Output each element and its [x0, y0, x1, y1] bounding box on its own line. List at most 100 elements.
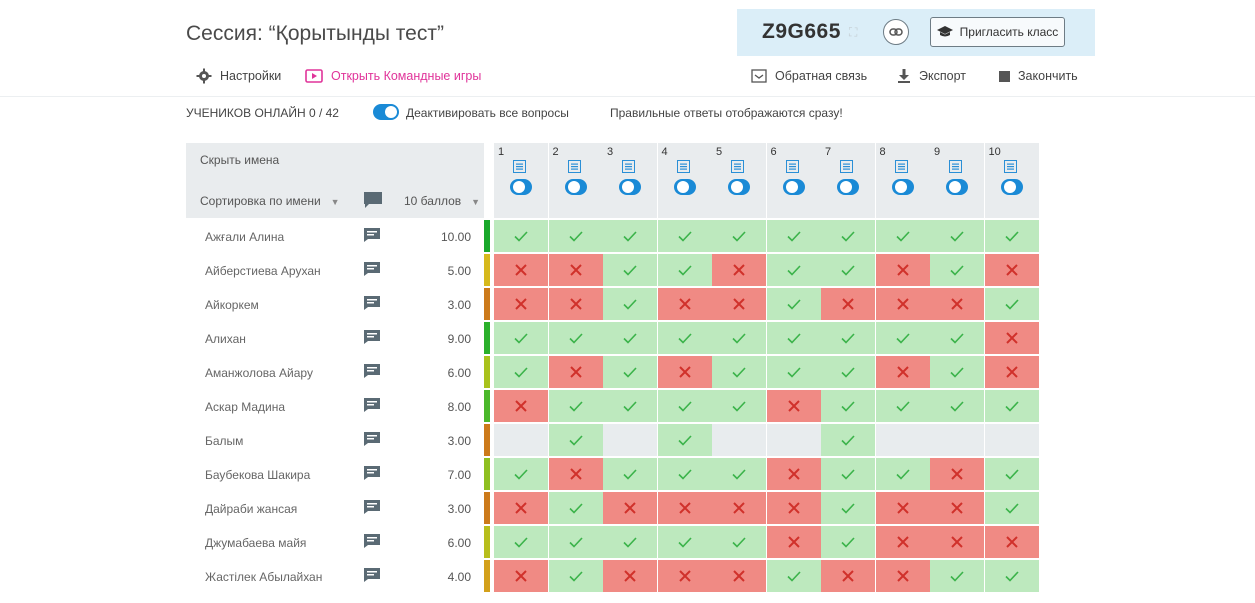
answer-correct[interactable] [712, 356, 766, 388]
answer-correct[interactable] [821, 220, 875, 252]
answer-wrong[interactable] [494, 390, 548, 422]
comment-icon[interactable] [363, 397, 381, 413]
answer-empty[interactable] [712, 424, 766, 456]
answer-wrong[interactable] [984, 526, 1039, 558]
copy-link-button[interactable] [883, 19, 909, 45]
answer-correct[interactable] [712, 390, 766, 422]
answer-correct[interactable] [548, 322, 603, 354]
answer-correct[interactable] [603, 288, 657, 320]
question-toggle[interactable] [728, 179, 750, 195]
comment-icon[interactable] [363, 499, 381, 515]
question-list-icon[interactable] [731, 160, 744, 173]
answer-correct[interactable] [603, 254, 657, 286]
answer-correct[interactable] [766, 288, 821, 320]
answer-wrong[interactable] [766, 458, 821, 490]
answer-correct[interactable] [821, 254, 875, 286]
expand-icon[interactable]: ⛶ [849, 25, 857, 40]
answer-wrong[interactable] [875, 356, 930, 388]
answer-wrong[interactable] [712, 492, 766, 524]
question-list-icon[interactable] [1003, 160, 1017, 173]
answer-correct[interactable] [984, 458, 1039, 490]
answer-correct[interactable] [494, 356, 548, 388]
answer-empty[interactable] [930, 424, 984, 456]
answer-wrong[interactable] [494, 560, 548, 592]
answer-correct[interactable] [603, 458, 657, 490]
deactivate-all-toggle[interactable] [373, 104, 399, 120]
feedback-button[interactable]: Обратная связь [751, 68, 867, 84]
answer-correct[interactable] [548, 390, 603, 422]
answer-correct[interactable] [657, 254, 712, 286]
answer-correct[interactable] [930, 220, 984, 252]
comment-icon[interactable] [363, 533, 381, 549]
answer-correct[interactable] [657, 424, 712, 456]
answer-wrong[interactable] [930, 458, 984, 490]
question-list-icon[interactable] [513, 160, 526, 173]
answer-correct[interactable] [821, 424, 875, 456]
answer-correct[interactable] [766, 356, 821, 388]
answer-correct[interactable] [984, 220, 1039, 252]
question-toggle[interactable] [782, 179, 805, 195]
answer-correct[interactable] [494, 220, 548, 252]
question-toggle[interactable] [946, 179, 968, 195]
answer-wrong[interactable] [657, 356, 712, 388]
comment-icon[interactable] [363, 227, 381, 243]
answer-correct[interactable] [766, 220, 821, 252]
student-name[interactable]: Алихан [205, 332, 246, 346]
question-toggle[interactable] [837, 179, 859, 195]
answer-empty[interactable] [984, 424, 1039, 456]
answer-correct[interactable] [821, 390, 875, 422]
answer-wrong[interactable] [821, 288, 875, 320]
answer-correct[interactable] [766, 254, 821, 286]
comment-icon[interactable] [363, 567, 381, 583]
answer-correct[interactable] [930, 254, 984, 286]
answer-correct[interactable] [930, 322, 984, 354]
answer-correct[interactable] [548, 492, 603, 524]
answer-wrong[interactable] [930, 526, 984, 558]
comment-icon[interactable] [363, 465, 381, 481]
answer-correct[interactable] [494, 526, 548, 558]
finish-button[interactable]: Закончить [999, 68, 1078, 84]
student-name[interactable]: Ажғали Алина [205, 230, 284, 244]
answer-correct[interactable] [766, 560, 821, 592]
invite-class-button[interactable]: Пригласить класс [930, 17, 1065, 47]
answer-wrong[interactable] [875, 254, 930, 286]
answer-correct[interactable] [712, 322, 766, 354]
answer-correct[interactable] [603, 322, 657, 354]
answer-correct[interactable] [548, 526, 603, 558]
answer-wrong[interactable] [712, 560, 766, 592]
answer-correct[interactable] [984, 390, 1039, 422]
answer-wrong[interactable] [766, 492, 821, 524]
answer-wrong[interactable] [657, 492, 712, 524]
student-name[interactable]: Дайраби жансая [205, 502, 297, 516]
question-list-icon[interactable] [567, 160, 581, 173]
settings-button[interactable]: Настройки [196, 68, 281, 84]
sort-by-name-dropdown[interactable]: Сортировка по имени ▼ [200, 194, 340, 208]
team-games-link[interactable]: Открыть Командные игры [305, 68, 481, 84]
answer-correct[interactable] [494, 458, 548, 490]
question-toggle[interactable] [510, 179, 532, 195]
student-name[interactable]: Айберстиева Арухан [205, 264, 321, 278]
student-name[interactable]: Джумабаева майя [205, 536, 306, 550]
comment-icon[interactable] [363, 191, 383, 208]
student-name[interactable]: Жастілек Абылайхан [205, 570, 322, 584]
answer-wrong[interactable] [548, 254, 603, 286]
answer-correct[interactable] [875, 220, 930, 252]
answer-wrong[interactable] [603, 560, 657, 592]
answer-correct[interactable] [930, 390, 984, 422]
answer-correct[interactable] [875, 322, 930, 354]
answer-wrong[interactable] [657, 288, 712, 320]
answer-wrong[interactable] [875, 492, 930, 524]
answer-correct[interactable] [548, 220, 603, 252]
answer-wrong[interactable] [930, 288, 984, 320]
answer-correct[interactable] [875, 390, 930, 422]
question-toggle[interactable] [1000, 179, 1023, 195]
question-toggle[interactable] [891, 179, 914, 195]
answer-wrong[interactable] [821, 560, 875, 592]
answer-correct[interactable] [984, 492, 1039, 524]
answer-correct[interactable] [603, 356, 657, 388]
answer-correct[interactable] [494, 322, 548, 354]
question-toggle[interactable] [673, 179, 696, 195]
answer-wrong[interactable] [712, 254, 766, 286]
comment-icon[interactable] [363, 431, 381, 447]
question-list-icon[interactable] [840, 160, 853, 173]
